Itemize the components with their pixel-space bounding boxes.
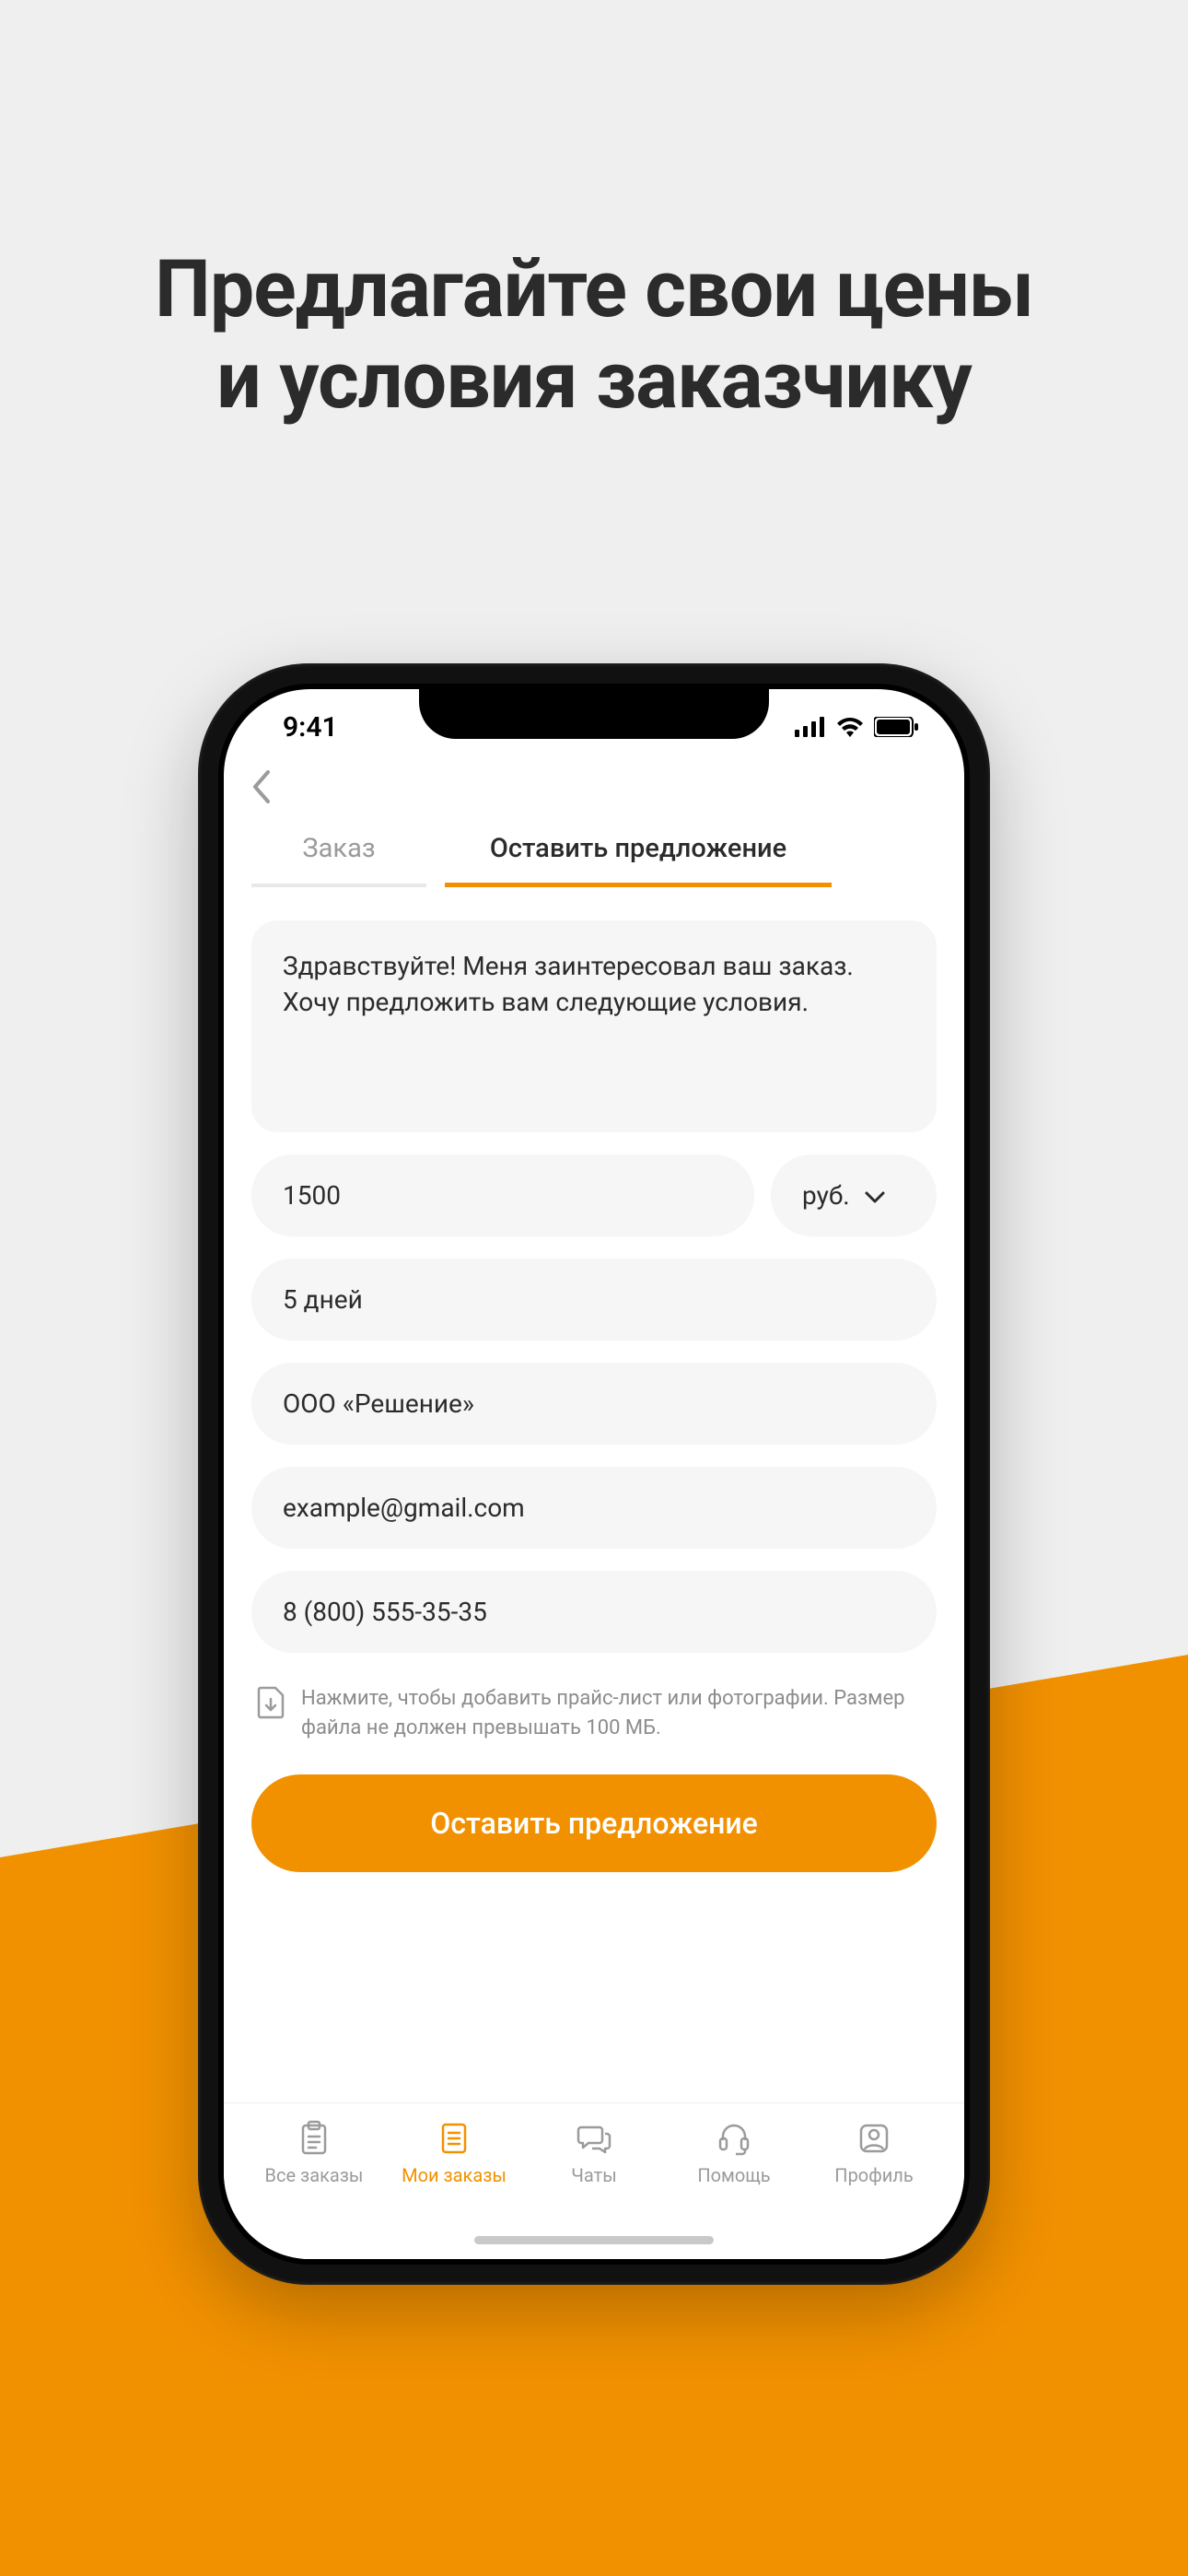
currency-value: руб. — [802, 1180, 850, 1211]
headline-line-1: Предлагайте свои цены — [155, 242, 1033, 335]
phone-input[interactable]: 8 (800) 555-35-35 — [251, 1571, 937, 1653]
signal-icon — [795, 717, 826, 737]
phone-mockup: 9:41 Заказ — [198, 663, 990, 2285]
message-input[interactable]: Здравствуйте! Меня заинтересовал ваш зак… — [251, 920, 937, 1132]
profile-icon — [856, 2120, 892, 2157]
email-input[interactable]: example@gmail.com — [251, 1467, 937, 1549]
headset-icon — [716, 2120, 752, 2157]
company-input[interactable]: ООО «Решение» — [251, 1363, 937, 1445]
price-value: 1500 — [283, 1180, 341, 1211]
promo-headline: Предлагайте свои цены и условия заказчик… — [0, 244, 1188, 427]
battery-icon — [874, 717, 918, 737]
page-tabs: Заказ Оставить предложение — [251, 820, 937, 887]
phone-value: 8 (800) 555-35-35 — [283, 1597, 487, 1627]
tabbar-chats-label: Чаты — [571, 2164, 617, 2186]
tabbar-item-all-orders[interactable]: Все заказы — [250, 2120, 379, 2186]
tabbar-item-help[interactable]: Помощь — [670, 2120, 798, 2186]
chevron-down-icon — [865, 1180, 885, 1211]
phone-notch — [419, 689, 769, 739]
tabbar-item-profile[interactable]: Профиль — [809, 2120, 938, 2186]
tabbar-help-label: Помощь — [697, 2164, 770, 2186]
price-input[interactable]: 1500 — [251, 1154, 754, 1236]
app-screen: 9:41 Заказ — [224, 689, 964, 2259]
home-indicator — [474, 2236, 714, 2244]
tabbar-profile-label: Профиль — [834, 2164, 913, 2186]
company-value: ООО «Решение» — [283, 1388, 474, 1419]
back-button[interactable] — [224, 765, 964, 803]
tabbar-all-orders-label: Все заказы — [265, 2164, 364, 2186]
tabbar-my-orders-label: Мои заказы — [402, 2164, 507, 2186]
document-icon — [436, 2120, 472, 2157]
duration-value: 5 дней — [283, 1284, 363, 1315]
upload-hint-text: Нажмите, чтобы добавить прайс-лист или ф… — [301, 1684, 931, 1743]
file-download-icon — [257, 1684, 285, 1728]
tab-offer-label: Оставить предложение — [490, 833, 786, 864]
tabbar-item-my-orders[interactable]: Мои заказы — [390, 2120, 518, 2186]
email-value: example@gmail.com — [283, 1493, 525, 1523]
wifi-icon — [835, 717, 865, 737]
tab-order[interactable]: Заказ — [251, 820, 426, 887]
submit-offer-button[interactable]: Оставить предложение — [251, 1774, 937, 1872]
clipboard-list-icon — [296, 2120, 332, 2157]
status-time: 9:41 — [283, 711, 338, 744]
currency-select[interactable]: руб. — [771, 1154, 937, 1236]
upload-attachment-button[interactable]: Нажмите, чтобы добавить прайс-лист или ф… — [251, 1684, 937, 1743]
duration-input[interactable]: 5 дней — [251, 1259, 937, 1341]
tabbar-item-chats[interactable]: Чаты — [530, 2120, 658, 2186]
tab-order-label: Заказ — [302, 833, 375, 864]
headline-line-2: и условия заказчику — [216, 334, 972, 427]
message-value: Здравствуйте! Меня заинтересовал ваш зак… — [283, 951, 854, 1017]
chat-icon — [576, 2120, 612, 2157]
submit-label: Оставить предложение — [430, 1806, 758, 1841]
tab-offer[interactable]: Оставить предложение — [445, 820, 832, 887]
